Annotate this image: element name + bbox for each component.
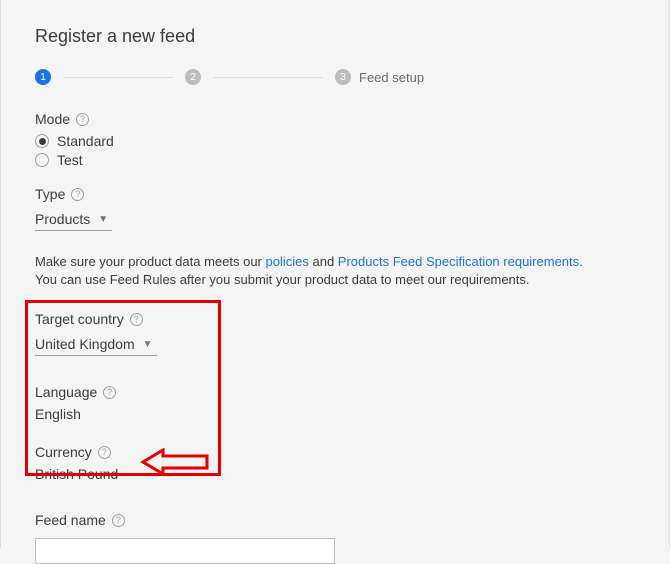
target-country-section: Target country ? United Kingdom ▼ — [1, 311, 669, 356]
currency-section: Currency ? British Pound — [1, 444, 669, 482]
step-line — [63, 77, 173, 78]
page-title: Register a new feed — [1, 0, 669, 47]
help-icon[interactable]: ? — [103, 386, 116, 399]
step-1: 1 — [35, 69, 51, 85]
type-value: Products — [35, 211, 90, 227]
country-label-text: Target country — [35, 311, 124, 327]
step-2-circle: 2 — [185, 69, 201, 85]
type-label: Type ? — [35, 186, 635, 202]
info-and: and — [309, 254, 338, 269]
mode-label: Mode ? — [35, 111, 635, 127]
feed-name-input[interactable] — [35, 538, 335, 564]
help-icon[interactable]: ? — [112, 514, 125, 527]
mode-label-text: Mode — [35, 111, 70, 127]
spec-link[interactable]: Products Feed Specification requirements — [338, 254, 579, 269]
country-value: United Kingdom — [35, 336, 135, 352]
feed-name-label: Feed name ? — [35, 512, 635, 528]
currency-value: British Pound — [35, 466, 635, 482]
info-text: Make sure your product data meets our po… — [1, 253, 669, 289]
radio-icon — [35, 134, 49, 148]
step-3-label: Feed setup — [359, 70, 424, 85]
language-label-text: Language — [35, 384, 97, 400]
step-line — [213, 77, 323, 78]
feed-name-label-text: Feed name — [35, 512, 106, 528]
type-dropdown[interactable]: Products ▼ — [35, 208, 112, 231]
radio-standard[interactable]: Standard — [35, 133, 635, 149]
type-section: Type ? Products ▼ — [1, 186, 669, 231]
currency-label: Currency ? — [35, 444, 635, 460]
type-label-text: Type — [35, 186, 65, 202]
language-section: Language ? English — [1, 384, 669, 422]
stepper: 1 2 3 Feed setup — [1, 47, 669, 85]
radio-test[interactable]: Test — [35, 152, 635, 168]
info-pre: Make sure your product data meets our — [35, 254, 266, 269]
step-3: 3 Feed setup — [335, 69, 424, 85]
help-icon[interactable]: ? — [130, 313, 143, 326]
mode-section: Mode ? Standard Test — [1, 111, 669, 168]
step-1-circle: 1 — [35, 69, 51, 85]
feed-name-section: Feed name ? — [1, 512, 669, 564]
chevron-down-icon: ▼ — [98, 214, 108, 225]
radio-test-label: Test — [57, 152, 83, 168]
step-2: 2 — [185, 69, 201, 85]
country-dropdown[interactable]: United Kingdom ▼ — [35, 333, 157, 356]
help-icon[interactable]: ? — [98, 446, 111, 459]
info-line2: You can use Feed Rules after you submit … — [35, 272, 530, 287]
info-dot: . — [579, 254, 583, 269]
chevron-down-icon: ▼ — [143, 339, 153, 350]
step-3-circle: 3 — [335, 69, 351, 85]
radio-standard-label: Standard — [57, 133, 114, 149]
help-icon[interactable]: ? — [71, 188, 84, 201]
radio-icon — [35, 153, 49, 167]
policies-link[interactable]: policies — [266, 254, 309, 269]
country-label: Target country ? — [35, 311, 635, 327]
language-value: English — [35, 406, 635, 422]
language-label: Language ? — [35, 384, 635, 400]
help-icon[interactable]: ? — [76, 113, 89, 126]
currency-label-text: Currency — [35, 444, 92, 460]
